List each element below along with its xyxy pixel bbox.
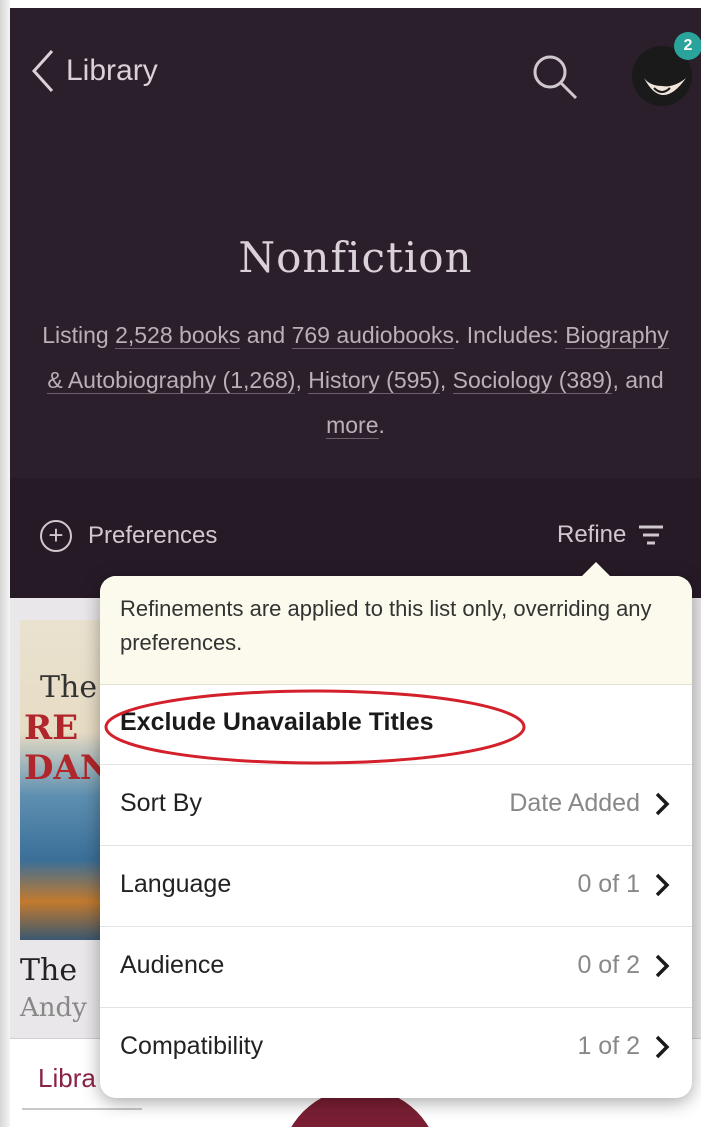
desc-text: Listing — [42, 322, 116, 348]
search-button[interactable] — [530, 52, 580, 107]
highlight-annotation — [104, 689, 526, 765]
desc-text: , and — [612, 367, 664, 393]
chevron-right-icon — [655, 792, 670, 816]
refine-note: Refinements are applied to this list onl… — [100, 576, 692, 685]
books-link[interactable]: 2,528 books — [115, 322, 241, 349]
search-icon — [533, 55, 578, 100]
book-cover-image[interactable]: The RE DAN — [20, 620, 106, 940]
audiobooks-link[interactable]: 769 audiobooks — [291, 322, 454, 349]
book-author[interactable]: Andy — [20, 993, 87, 1023]
desc-text: and — [240, 322, 292, 348]
refine-popover: Refinements are applied to this list onl… — [100, 562, 692, 1098]
bottom-tab-library[interactable]: Libra — [38, 1063, 96, 1094]
desc-text: . — [378, 412, 385, 438]
desc-text: , — [439, 367, 453, 393]
refine-note-text: Refinements are applied to this list onl… — [120, 596, 652, 655]
language-row[interactable]: Language 0 of 1 — [100, 846, 692, 927]
compatibility-row[interactable]: Compatibility 1 of 2 — [100, 1008, 692, 1088]
preferences-button[interactable]: + Preferences — [40, 520, 217, 552]
back-button[interactable]: Library — [30, 48, 158, 94]
desc-text: . Includes: — [453, 322, 566, 348]
collection-description: Listing 2,528 books and 769 audiobooks. … — [40, 313, 671, 448]
row-value: 0 of 2 — [577, 951, 640, 979]
row-label: Compatibility — [120, 1032, 264, 1060]
category-link-history[interactable]: History (595) — [308, 367, 440, 394]
edge-shadow — [0, 0, 10, 1127]
top-bar: Library 2 — [10, 8, 701, 138]
app-screen: The RE DAN The Andy Libra Library 2 Nonf… — [10, 8, 701, 1127]
page-title: Nonfiction — [238, 233, 473, 282]
plus-circle-icon: + — [40, 520, 72, 552]
back-label: Library — [66, 54, 158, 87]
book-cover-text: The — [40, 670, 98, 705]
book-title[interactable]: The — [20, 953, 77, 988]
row-label: Sort By — [120, 789, 202, 817]
chevron-left-icon — [31, 49, 54, 93]
bottom-tab-indicator — [22, 1108, 142, 1110]
notification-badge[interactable]: 2 — [674, 32, 701, 60]
row-value: 0 of 1 — [577, 870, 640, 898]
row-value: Date Added — [509, 789, 640, 817]
row-label: Audience — [120, 951, 225, 979]
chevron-right-icon — [655, 954, 670, 978]
sort-by-row[interactable]: Sort By Date Added — [100, 765, 692, 846]
refine-label: Refine — [557, 521, 627, 548]
book-cover-title-text: RE DAN — [24, 708, 106, 788]
refine-button[interactable]: Refine — [557, 521, 664, 549]
chevron-right-icon — [655, 873, 670, 897]
audience-row[interactable]: Audience 0 of 2 — [100, 927, 692, 1008]
row-label: Language — [120, 870, 232, 898]
row-value: 1 of 2 — [577, 1032, 640, 1060]
desc-text: , — [295, 367, 309, 393]
category-link-sociology[interactable]: Sociology (389) — [452, 367, 613, 394]
preferences-label: Preferences — [88, 522, 218, 549]
more-link[interactable]: more — [326, 412, 379, 439]
filter-lines-icon — [639, 525, 664, 545]
chevron-right-icon — [655, 1035, 670, 1059]
